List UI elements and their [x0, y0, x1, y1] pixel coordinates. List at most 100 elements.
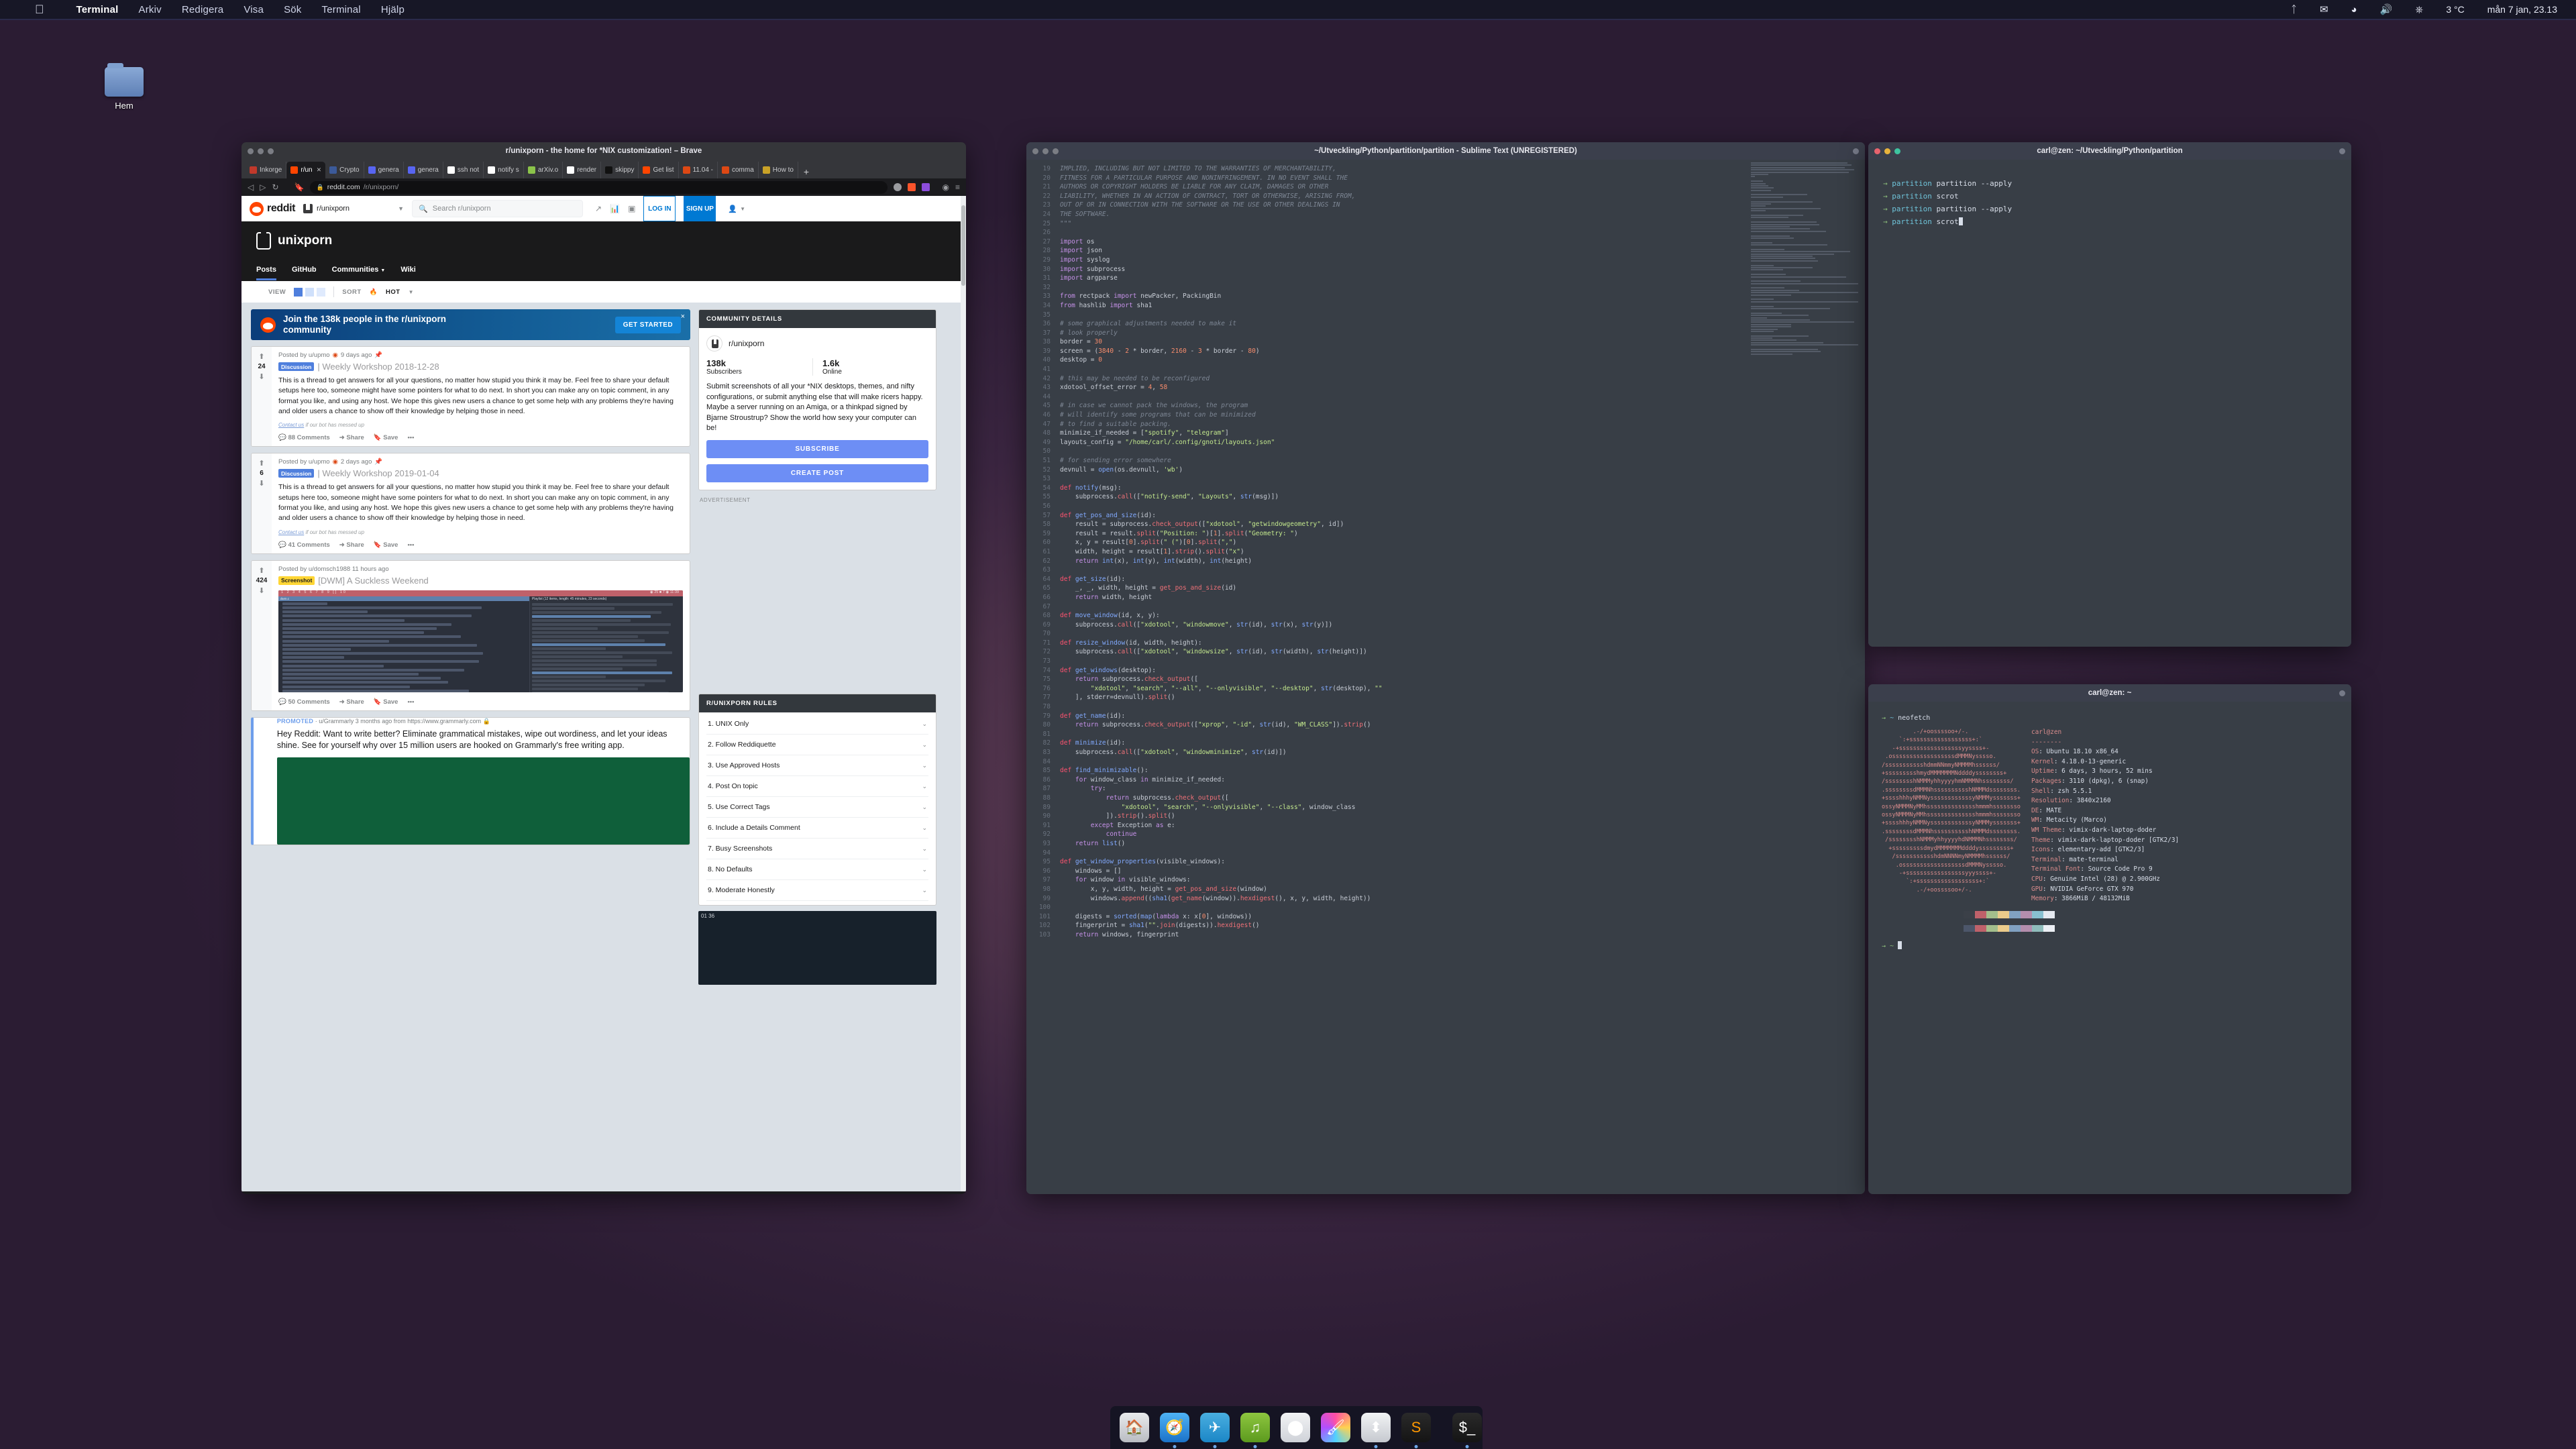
window-menu-dot[interactable] — [2339, 690, 2345, 696]
post-title-row[interactable]: Discussion | Weekly Workshop 2019-01-04 — [278, 468, 683, 478]
brave-browser-window[interactable]: r/unixporn - the home for *NIX customiza… — [241, 142, 966, 1194]
browser-tab[interactable]: genera — [404, 162, 443, 178]
close-button[interactable] — [1874, 148, 1880, 154]
terminal2-output[interactable]: → ~ neofetch .-/+oossssoo+/-. `:+sssssss… — [1868, 702, 2351, 1194]
maximize-button[interactable] — [1894, 148, 1900, 154]
menu-item-arkiv[interactable]: Arkiv — [139, 4, 162, 15]
window-controls[interactable] — [248, 148, 274, 154]
rule-item[interactable]: 7. Busy Screenshots ⌄ — [706, 839, 928, 860]
post-title[interactable]: | Weekly Workshop 2019-01-04 — [317, 468, 439, 478]
minimize-button[interactable] — [258, 148, 264, 154]
post-flair[interactable]: Discussion — [278, 362, 315, 371]
dock[interactable]: 🏠 🧭 ✈ ♫ ⬤ 🖌 ⬍ S $_ — [1110, 1406, 1483, 1449]
forward-icon[interactable]: ▷ — [260, 182, 266, 192]
browser-tab[interactable]: skippy — [601, 162, 639, 178]
post-title[interactable]: | Weekly Workshop 2018-12-28 — [317, 362, 439, 372]
brave-tab-strip[interactable]: Inkorge r/un ✕ Crypto genera genera ssh not not… — [241, 160, 966, 178]
view-mode-switcher[interactable] — [294, 287, 326, 297]
new-tab-button[interactable]: + — [798, 166, 814, 178]
reddit-logo[interactable]: reddit — [250, 201, 295, 216]
minimap[interactable] — [1751, 162, 1858, 565]
promoted-post[interactable]: ⬆ 359 ⬇ PROMOTED · u/Grammarly 3 months … — [251, 716, 690, 845]
downvote-icon[interactable]: ⬇ — [258, 586, 264, 595]
menu-item-visa[interactable]: Visa — [244, 4, 264, 15]
community-link[interactable]: r/unixporn — [729, 339, 764, 348]
dock-paint-icon[interactable]: 🖌 — [1321, 1413, 1350, 1442]
rule-item[interactable]: 5. Use Correct Tags ⌄ — [706, 797, 928, 818]
dock-terminal-icon[interactable]: $_ — [1452, 1413, 1482, 1448]
terminal1-output[interactable]: → partition partition --apply → partition… — [1868, 160, 2351, 647]
window-menu-dot[interactable] — [1853, 148, 1859, 154]
dock-updates-icon[interactable]: ⬍ — [1361, 1413, 1391, 1448]
more-options-icon[interactable]: ••• — [407, 698, 414, 706]
vote-column[interactable]: ⬆ 24 ⬇ — [252, 347, 272, 447]
volume-icon[interactable]: 🔊 — [2380, 3, 2393, 15]
sidebar-ad-thumbnail[interactable]: 01 36 — [698, 911, 936, 985]
browser-tab[interactable]: Get list — [639, 162, 679, 178]
profile-icon[interactable]: ◉ — [943, 182, 949, 192]
menu-item-sok[interactable]: Sök — [284, 4, 301, 15]
browser-tab[interactable]: arXiv.o — [524, 162, 564, 178]
post-actions[interactable]: 💬 50 Comments ➜ Share 🔖 Save ••• — [278, 698, 683, 706]
clock-status[interactable]: mån 7 jan, 23.13 — [2487, 4, 2557, 15]
join-community-banner[interactable]: Join the 138k people in the r/unixporn c… — [251, 309, 690, 340]
brave-omnibar[interactable]: ◁ ▷ ↻ 🔖 🔒 reddit.com/r/unixporn/ ◉ ≡ — [241, 178, 966, 196]
view-compact-icon[interactable] — [317, 287, 326, 297]
user-menu[interactable]: 👤 ▼ — [724, 205, 749, 213]
more-options-icon[interactable]: ••• — [407, 541, 414, 549]
view-classic-icon[interactable] — [305, 287, 315, 297]
post-item[interactable]: ⬆ 424 ⬇ Posted by u/domsch1988 11 hours … — [251, 559, 690, 711]
browser-tab[interactable]: How to — [759, 162, 798, 178]
post-image[interactable]: 1 2 3 4 5 6 7 8 9 [] 10 ◉ 25 ■ 7 ◉ 11:39… — [278, 590, 683, 692]
downvote-icon[interactable]: ⬇ — [258, 372, 264, 381]
wifi-icon[interactable]: ◕ — [2351, 4, 2357, 15]
rule-item[interactable]: 1. UNIX Only ⌄ — [706, 714, 928, 735]
browser-tab[interactable]: genera — [364, 162, 404, 178]
tab-close-icon[interactable]: ✕ — [317, 166, 322, 174]
close-icon[interactable]: × — [681, 313, 685, 321]
window-controls[interactable] — [1874, 690, 1900, 696]
power-icon[interactable]: ⎈ — [2415, 4, 2423, 15]
post-flair[interactable]: Screenshot — [278, 576, 315, 585]
share-button[interactable]: ➜ Share — [339, 541, 364, 549]
window-menu-dot[interactable] — [2339, 148, 2345, 154]
more-options-icon[interactable]: ••• — [407, 434, 414, 441]
post-author[interactable]: Posted by u/domsch1988 11 hours ago — [278, 566, 389, 573]
dock-spotify-icon[interactable]: ♫ — [1240, 1413, 1270, 1448]
tab-github[interactable]: GitHub — [292, 266, 317, 276]
post-title-row[interactable]: Screenshot [DWM] A Suckless Weekend — [278, 576, 683, 586]
share-button[interactable]: ➜ Share — [339, 698, 364, 706]
brave-titlebar[interactable]: r/unixporn - the home for *NIX customiza… — [241, 142, 966, 160]
minimize-button[interactable] — [1884, 690, 1890, 696]
post-actions[interactable]: 💬 41 Comments ➜ Share 🔖 Save ••• — [278, 541, 683, 549]
rule-item[interactable]: 2. Follow Reddiquette ⌄ — [706, 735, 928, 756]
close-button[interactable] — [1032, 148, 1038, 154]
browser-tab[interactable]: Crypto — [325, 162, 364, 178]
post-item[interactable]: ⬆ 24 ⬇ Posted by u/upmo ◉ 9 days ago 📌 D… — [251, 346, 690, 447]
subreddit-selector[interactable]: r/unixporn ▼ — [303, 204, 404, 213]
signup-button[interactable]: SIGN UP — [684, 196, 716, 221]
share-button[interactable]: ➜ Share — [339, 434, 364, 441]
dock-files-icon[interactable]: 🏠 — [1120, 1413, 1149, 1442]
extension-icon[interactable] — [921, 183, 930, 191]
menu-item-terminal[interactable]: Terminal — [322, 4, 361, 15]
save-button[interactable]: 🔖 Save — [374, 434, 398, 441]
subscribe-button[interactable]: SUBSCRIBE — [706, 440, 928, 459]
tab-posts[interactable]: Posts — [256, 266, 276, 280]
hamburger-menu-icon[interactable]: ≡ — [955, 182, 960, 192]
post-actions[interactable]: 💬 88 Comments ➜ Share 🔖 Save ••• — [278, 434, 683, 441]
trending-icon[interactable]: ↗ — [595, 204, 602, 213]
rule-item[interactable]: 9. Moderate Honestly ⌄ — [706, 880, 928, 902]
brave-rewards-icon[interactable] — [907, 183, 916, 191]
upvote-icon[interactable]: ⬆ — [258, 352, 264, 361]
search-input[interactable]: 🔍 Search r/unixporn — [412, 200, 584, 217]
sublime-text-window[interactable]: ~/Utveckling/Python/partition/partition … — [1026, 142, 1865, 1194]
comments-button[interactable]: 💬 50 Comments — [278, 698, 330, 706]
chart-icon[interactable]: 📊 — [610, 204, 620, 213]
chevron-down-icon[interactable]: ⌄ — [922, 866, 927, 873]
code-area[interactable]: IMPLIED, INCLUDING BUT NOT LIMITED TO TH… — [1055, 160, 1865, 1194]
chevron-down-icon[interactable]: ⌄ — [922, 720, 927, 728]
address-bar[interactable]: 🔒 reddit.com/r/unixporn/ — [310, 180, 888, 194]
window-controls[interactable] — [1874, 148, 1900, 154]
login-button[interactable]: LOG IN — [643, 196, 676, 221]
